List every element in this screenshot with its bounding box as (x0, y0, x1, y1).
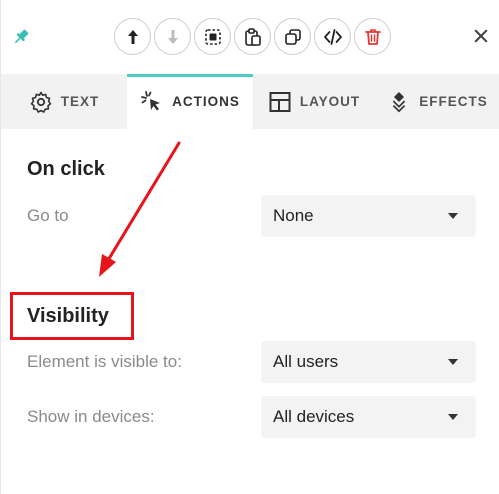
close-button[interactable] (470, 25, 492, 47)
delete-button[interactable] (354, 18, 391, 55)
select-button[interactable] (194, 18, 231, 55)
paste-button[interactable] (234, 18, 271, 55)
toolbar-buttons (114, 18, 391, 56)
toolbar (1, 0, 499, 74)
delete-icon (364, 28, 381, 45)
duplicate-icon (284, 28, 301, 45)
tab-actions-label: ACTIONS (172, 94, 240, 109)
devices-value: All devices (273, 407, 355, 426)
chevron-down-icon (448, 414, 458, 420)
visible-to-value: All users (273, 352, 339, 371)
close-icon (474, 29, 488, 43)
layers-icon (393, 91, 406, 112)
visible-to-label: Element is visible to: (27, 352, 182, 371)
chevron-down-icon (448, 213, 458, 219)
pin-icon[interactable] (11, 27, 31, 47)
duplicate-button[interactable] (274, 18, 311, 55)
layout-icon (269, 91, 291, 112)
tab-text[interactable]: TEXT (1, 74, 127, 129)
tab-actions[interactable]: ACTIONS (127, 74, 253, 129)
settings-tabs: TEXT ACTIONS LAYOUT EFFECTS (1, 74, 499, 129)
tab-layout[interactable]: LAYOUT (253, 74, 375, 129)
devices-label: Show in devices: (27, 407, 155, 426)
visible-to-select[interactable]: All users (261, 341, 476, 383)
gear-icon (30, 91, 52, 113)
tab-effects[interactable]: EFFECTS (375, 74, 499, 129)
move-up-icon (127, 29, 138, 44)
select-icon (204, 28, 221, 45)
tab-text-label: TEXT (60, 94, 100, 109)
paste-icon (244, 27, 261, 46)
tab-effects-label: EFFECTS (419, 94, 488, 109)
goto-select[interactable]: None (261, 195, 476, 237)
element-settings-panel: TEXT ACTIONS LAYOUT EFFECTS On click Go … (0, 0, 499, 494)
move-down-icon (167, 29, 178, 44)
move-up-button[interactable] (114, 18, 151, 55)
devices-select[interactable]: All devices (261, 396, 476, 438)
annotation-highlight-box (10, 292, 134, 340)
tab-layout-label: LAYOUT (299, 94, 361, 109)
goto-value: None (273, 206, 314, 225)
code-button[interactable] (314, 18, 351, 55)
cursor-click-icon (141, 90, 161, 110)
code-icon (323, 28, 342, 45)
goto-label: Go to (27, 206, 69, 225)
chevron-down-icon (448, 359, 458, 365)
on-click-title: On click (27, 158, 105, 180)
move-down-button[interactable] (154, 18, 191, 55)
